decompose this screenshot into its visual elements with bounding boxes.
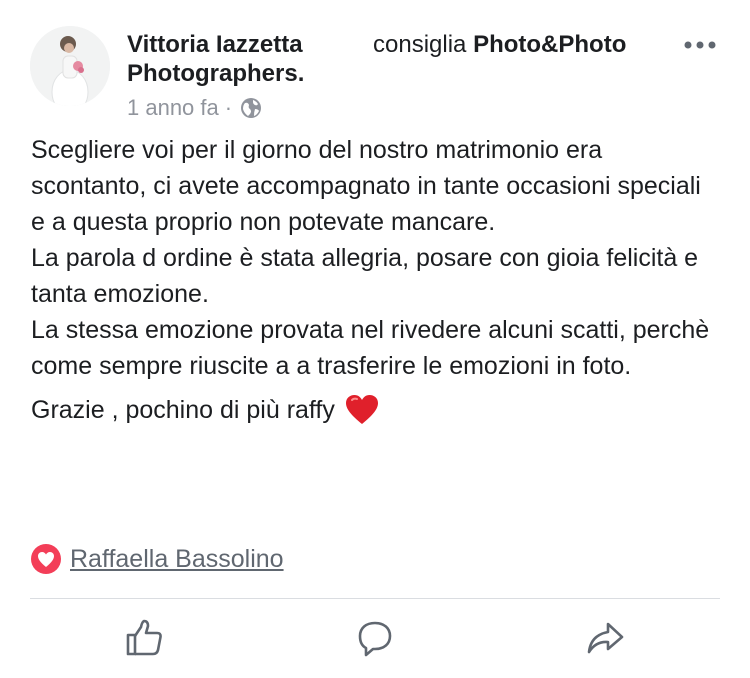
share-icon	[587, 622, 624, 654]
comment-button[interactable]	[355, 618, 395, 658]
author-name-text[interactable]: Vittoria Iazzetta	[127, 31, 303, 58]
avatar-photo	[30, 26, 110, 106]
reaction-summary[interactable]: Raffaella Bassolino	[30, 543, 284, 575]
recommendation-line: consiglia Photo&Photo	[373, 30, 626, 59]
more-options-button[interactable]	[682, 34, 718, 56]
body-paragraph: Scegliere voi per il giorno del nostro m…	[31, 136, 701, 236]
red-heart-emoji-icon	[345, 395, 378, 424]
love-reaction-icon	[31, 544, 61, 574]
body-paragraph: La stessa emozione provata nel rivedere …	[31, 316, 710, 380]
post-meta: 1 anno fa ·	[127, 95, 262, 121]
avatar[interactable]	[30, 26, 110, 106]
thanks-text: Grazie , pochino di più raffy	[31, 396, 335, 424]
timestamp[interactable]: 1 anno fa	[127, 95, 219, 121]
page-name[interactable]: Photo&Photo	[473, 31, 626, 58]
globe-icon[interactable]	[240, 97, 262, 119]
meta-separator: ·	[224, 95, 233, 120]
body-paragraph: La parola d ordine è stata allegria, pos…	[31, 244, 699, 308]
thanks-line: Grazie , pochino di più raffy	[31, 392, 721, 428]
page-name-continued[interactable]: Photographers	[127, 60, 298, 87]
post-body: Scegliere voi per il giorno del nostro m…	[31, 132, 721, 428]
thumbs-up-icon	[126, 619, 162, 656]
comment-icon	[358, 621, 392, 657]
divider	[30, 598, 720, 599]
reactor-name[interactable]: Raffaella Bassolino	[70, 545, 284, 574]
recommends-verb: consiglia	[373, 31, 467, 58]
author-name[interactable]: Vittoria Iazzetta Photographers.	[127, 30, 357, 88]
share-button[interactable]	[585, 618, 625, 658]
like-button[interactable]	[125, 618, 165, 658]
more-dots-icon	[684, 41, 716, 49]
